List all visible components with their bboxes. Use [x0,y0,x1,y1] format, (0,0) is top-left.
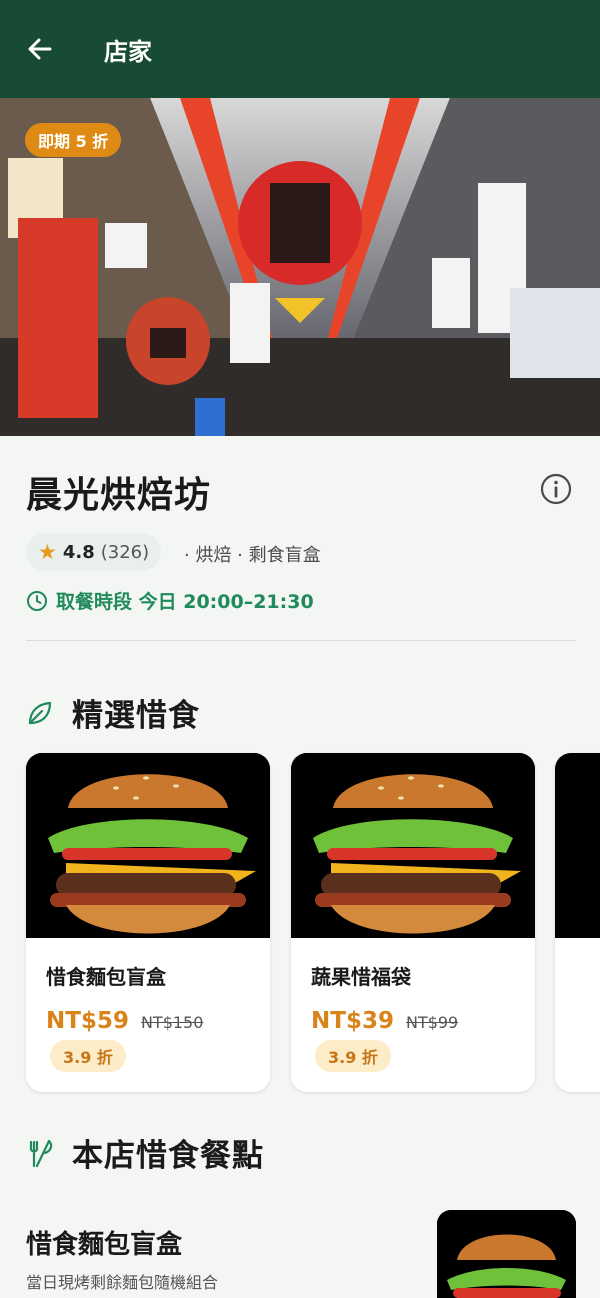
discount-badge: 即期 5 折 [25,123,122,157]
back-arrow-icon [28,38,52,60]
price-current: NT$59 [46,1008,129,1034]
featured-section-header: 精選惜食 [26,690,200,735]
page-title: 店家 [104,37,152,66]
burger-image [555,753,600,938]
menu-section-header: 本店惜食餐點 [26,1130,264,1175]
rating-pill[interactable]: ★ 4.8 (326) [26,533,162,571]
discount-tag: 3.9 折 [50,1040,126,1072]
card-price: NT$59 NT$150 [46,1008,203,1034]
store-hero-image: 即期 5 折 [0,98,600,436]
price-original: NT$99 [405,1013,459,1032]
discount-tag: 3.9 折 [315,1040,391,1072]
info-icon [540,473,572,505]
app-header: 店家 [0,0,600,98]
featured-card[interactable]: 惜食麵包盲盒 NT$59 NT$150 3.9 折 [26,753,270,1092]
leaf-icon [28,701,52,724]
card-title: 惜食麵包盲盒 [46,965,166,989]
star-icon: ★ [38,540,57,564]
card-price: NT$39 NT$99 [311,1008,458,1034]
rating-value: 4.8 [62,541,95,563]
section-title: 本店惜食餐點 [72,1138,264,1174]
featured-card-partial[interactable] [555,753,600,1092]
pickup-time: 取餐時段 今日 20:00–21:30 [26,587,314,614]
menu-item-description: 當日現烤剩餘麵包隨機組合 [26,1273,219,1292]
store-categories: · 烘焙 · 剩食盲盒 [184,545,321,566]
price-current: NT$39 [311,1008,394,1034]
info-button[interactable] [538,471,574,507]
featured-card[interactable]: 蔬果惜福袋 NT$39 NT$99 3.9 折 [291,753,535,1092]
store-name: 晨光烘焙坊 [26,475,212,516]
utensils-icon [29,1139,53,1167]
pickup-time-text: 取餐時段 今日 20:00–21:30 [56,591,314,613]
burger-image [291,753,535,938]
menu-item-image[interactable] [437,1210,576,1298]
section-title: 精選惜食 [72,698,200,734]
card-title: 蔬果惜福袋 [311,965,411,989]
back-button[interactable] [0,0,80,98]
divider [26,640,576,641]
rating-count: (326) [100,541,150,563]
burger-image [26,753,270,938]
clock-icon [27,590,47,611]
price-original: NT$150 [140,1013,204,1032]
menu-item-title[interactable]: 惜食麵包盲盒 [26,1224,182,1261]
